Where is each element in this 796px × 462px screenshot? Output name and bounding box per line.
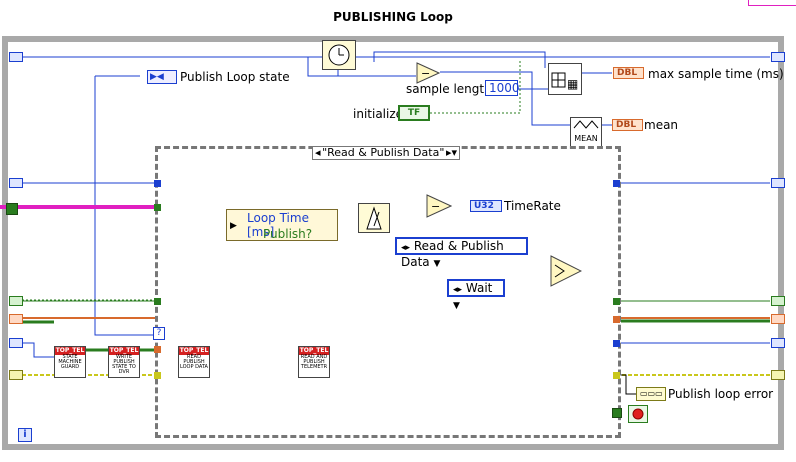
initialize-terminal[interactable]: TF (398, 105, 430, 121)
subvi-write-publish-state[interactable]: TOP_TEL WRITE PUBLISH STATE TO DVR (108, 346, 140, 378)
case-tunnel-out-4 (613, 340, 620, 347)
wire-clock-b (373, 51, 546, 68)
waveform-icon (573, 120, 599, 129)
shift-register-right-1[interactable] (771, 52, 785, 62)
shift-register-left-1[interactable] (9, 52, 23, 62)
publish-loop-error-label: Publish loop error (668, 387, 774, 401)
initialize-label: initialize (353, 107, 404, 121)
stats-node[interactable]: ▦ (548, 63, 582, 95)
case-tunnel-out-1 (613, 180, 620, 187)
shift-register-left-2[interactable] (9, 178, 23, 188)
stop-button[interactable] (628, 405, 648, 423)
subtract-node-case[interactable]: − (426, 194, 452, 218)
case-tunnel-out-5 (613, 372, 620, 379)
subvi-read-and-publish-telemetry[interactable]: TOP_TEL READ AND PUBLISH TELEMETR (298, 346, 330, 378)
case-selector-terminal[interactable]: ? (153, 327, 165, 340)
select-node[interactable] (550, 255, 582, 287)
max-sample-time-indicator: DBL (613, 67, 644, 79)
svg-text:−: − (431, 200, 440, 213)
mean-label: mean (644, 118, 679, 132)
enum-step-icon: ◂▸ (401, 243, 411, 253)
timerate-label: TimeRate (504, 199, 561, 213)
shift-register-left-4[interactable] (9, 314, 23, 324)
dropdown-arrow-icon: ▼ (433, 259, 441, 269)
enum-wait-label: Wait (465, 281, 493, 295)
subvi-read-publish-loop-data-label: READ PUBLISH LOOP DATA (180, 354, 208, 370)
case-selector[interactable]: ◂ "Read & Publish Data" ▸▾ (312, 146, 460, 160)
arrow-right-icon: ▶ (230, 221, 237, 231)
error-cluster-icon: ▭▭▭ (640, 389, 663, 398)
subtract-node-top[interactable]: − (416, 62, 440, 84)
shift-register-right-2[interactable] (771, 178, 785, 188)
unbundle-by-name[interactable]: Loop Time [ms] Publish? ▶ (226, 209, 338, 241)
pink-tunnel-left[interactable] (6, 203, 18, 215)
case-tunnel-5 (154, 372, 161, 379)
case-tunnel-2 (154, 204, 161, 211)
unbundle-publish: Publish? (263, 227, 313, 241)
mean-indicator: DBL (612, 119, 643, 131)
tick-count-node[interactable] (322, 40, 356, 70)
shift-register-left-6[interactable] (9, 370, 23, 380)
enum-step-icon-2: ◂▸ (453, 285, 463, 295)
publish-loop-state-terminal[interactable]: ▶◀ (147, 70, 177, 84)
wire-left-blue (22, 342, 54, 358)
shift-register-right-3[interactable] (771, 296, 785, 306)
grid-icon: ▦ (551, 72, 578, 91)
case-prev-icon[interactable]: ◂ (313, 147, 321, 159)
shift-register-right-5[interactable] (771, 338, 785, 348)
case-selector-label: "Read & Publish Data" (322, 146, 445, 159)
mean-node[interactable]: MEAN (570, 117, 602, 147)
metronome-icon (366, 206, 382, 230)
subvi-read-publish-loop-data[interactable]: TOP_TEL READ PUBLISH LOOP DATA (178, 346, 210, 378)
max-sample-time-label: max sample time (ms) (648, 67, 784, 81)
dropdown-arrow-icon-2: ▼ (453, 301, 460, 311)
case-next-icon[interactable]: ▸▾ (446, 147, 459, 159)
clock-icon (328, 44, 350, 66)
enum-read-publish[interactable]: ◂▸ Read & Publish Data ▼ (395, 237, 528, 269)
iteration-terminal[interactable]: i (18, 428, 32, 442)
enum-icon: ▶◀ (150, 72, 164, 82)
timerate-indicator: U32 (470, 200, 502, 212)
stop-icon (632, 408, 644, 420)
metronome-node[interactable] (358, 203, 390, 233)
case-tunnel-out-2 (613, 298, 620, 305)
svg-text:−: − (421, 67, 430, 80)
subvi-state-machine-guard-label: STATE MACHINE GUARD (58, 354, 82, 370)
sample-length-input[interactable]: 1000 (485, 80, 520, 96)
sample-length-label: sample length (406, 82, 492, 96)
shift-register-right-6[interactable] (771, 370, 785, 380)
publish-loop-state-label: Publish Loop state (180, 70, 290, 84)
subvi-write-publish-state-label: WRITE PUBLISH STATE TO DVR (112, 354, 136, 375)
svg-text:▦: ▦ (567, 77, 578, 91)
shift-register-right-4[interactable] (771, 314, 785, 324)
error-cluster-indicator: ▭▭▭ (636, 387, 666, 401)
case-tunnel-1 (154, 180, 161, 187)
shift-register-left-3[interactable] (9, 296, 23, 306)
conditional-terminal[interactable] (612, 408, 622, 418)
enum-wait[interactable]: ◂▸ Wait ▼ (447, 279, 505, 311)
case-tunnel-4 (154, 346, 161, 353)
shift-register-left-5[interactable] (9, 338, 23, 348)
case-structure[interactable] (155, 146, 621, 438)
mean-block-label: MEAN (574, 134, 598, 143)
case-tunnel-out-3 (613, 316, 620, 323)
subvi-read-and-publish-telemetry-label: READ AND PUBLISH TELEMETR (300, 354, 328, 370)
subvi-state-machine-guard[interactable]: TOP_TEL STATE MACHINE GUARD (54, 346, 86, 378)
case-tunnel-3 (154, 298, 161, 305)
